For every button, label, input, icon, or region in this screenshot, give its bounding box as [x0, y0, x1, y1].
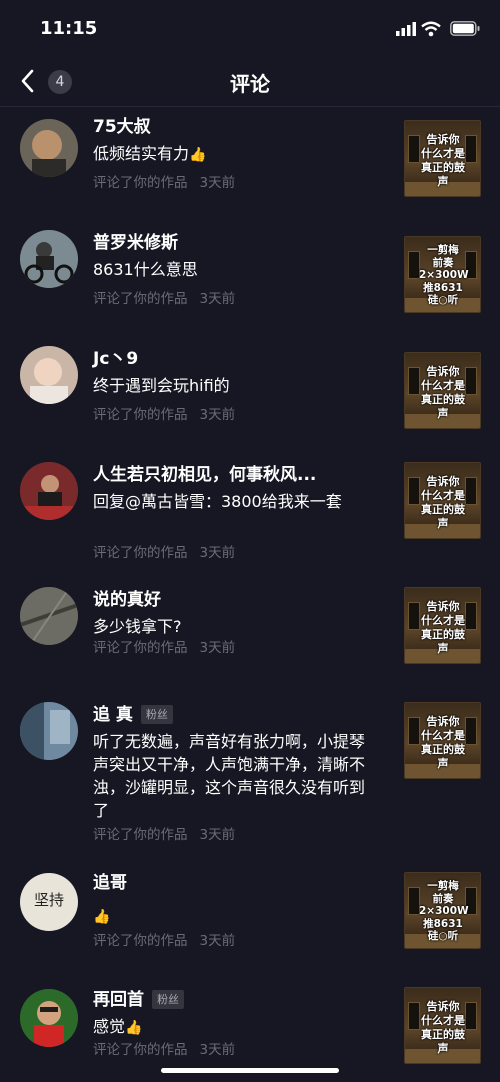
- meta-time: 3天前: [199, 407, 236, 423]
- username[interactable]: 75大叔: [93, 114, 151, 140]
- nav-bar: 4 评论: [0, 56, 500, 107]
- meta-action: 评论了你的作品: [93, 545, 188, 561]
- video-thumbnail[interactable]: 告诉你 什么才是 真正的鼓声: [404, 462, 481, 539]
- comment-text-body: 终于遇到会玩hifi的: [93, 376, 230, 395]
- thumbnail-caption: 告诉你 什么才是 真正的鼓声: [421, 475, 465, 530]
- username[interactable]: 说的真好: [93, 587, 161, 613]
- comment-meta: 评论了你的作品 3天前: [93, 174, 235, 192]
- comment-text: 👍: [93, 904, 379, 929]
- thumbnail-caption: 告诉你 什么才是 真正的鼓声: [421, 133, 465, 188]
- comment-item[interactable]: 坚持 追哥 👍 评论了你的作品 3天前 一剪梅 前奏 2×300W 推8631 硅…: [0, 870, 500, 970]
- meta-action: 评论了你的作品: [93, 175, 188, 191]
- comment-text-body: 感觉: [93, 1017, 126, 1036]
- comment-meta: 评论了你的作品 3天前: [93, 544, 235, 562]
- username[interactable]: Jc丶9: [93, 346, 138, 372]
- fan-tag: 粉丝: [140, 705, 173, 724]
- comment-meta: 评论了你的作品 3天前: [93, 932, 235, 950]
- comment-item[interactable]: 75大叔 低频结实有力👍 评论了你的作品 3天前 告诉你 什么才是 真正的鼓声: [0, 114, 500, 214]
- comment-text: 感觉👍: [93, 1015, 379, 1040]
- thumbs-up-emoji: 👍: [189, 147, 207, 163]
- avatar[interactable]: 坚持: [20, 873, 78, 931]
- thumbnail-caption: 告诉你 什么才是 真正的鼓声: [421, 715, 465, 770]
- comment-meta: 评论了你的作品 3天前: [93, 290, 235, 308]
- comment-text-body: 多少钱拿下?: [93, 617, 182, 636]
- thumbs-up-emoji: 👍: [93, 909, 111, 925]
- home-indicator[interactable]: [161, 1068, 339, 1073]
- comment-text: 终于遇到会玩hifi的: [93, 374, 379, 397]
- status-time: 11:15: [40, 18, 98, 39]
- username[interactable]: 普罗米修斯: [93, 230, 178, 256]
- meta-action: 评论了你的作品: [93, 1042, 188, 1058]
- thumbnail-caption: 告诉你 什么才是 真正的鼓声: [421, 365, 465, 420]
- video-thumbnail[interactable]: 一剪梅 前奏 2×300W 推8631 硅○听: [404, 236, 481, 313]
- comment-text-body: 回复@萬古皆雪：3800给我来一套: [93, 492, 342, 511]
- cellular-signal-icon: [396, 22, 416, 36]
- comment-item[interactable]: Jc丶9 终于遇到会玩hifi的 评论了你的作品 3天前 告诉你 什么才是 真正的…: [0, 346, 500, 446]
- comment-text-body: 低频结实有力: [93, 144, 190, 163]
- avatar[interactable]: [20, 230, 78, 288]
- comment-item[interactable]: 普罗米修斯 8631什么意思 评论了你的作品 3天前 一剪梅 前奏 2×300W …: [0, 230, 500, 330]
- wifi-icon: [421, 21, 441, 37]
- status-bar: 11:15: [0, 0, 500, 56]
- comment-item[interactable]: 说的真好 多少钱拿下? 评论了你的作品 3天前 告诉你 什么才是 真正的鼓声: [0, 587, 500, 687]
- comment-meta: 评论了你的作品 3天前: [93, 639, 235, 657]
- comment-text-body: 8631什么意思: [93, 260, 198, 279]
- meta-time: 3天前: [199, 640, 236, 656]
- video-thumbnail[interactable]: 告诉你 什么才是 真正的鼓声: [404, 587, 481, 664]
- meta-action: 评论了你的作品: [93, 827, 188, 843]
- thumbnail-caption: 告诉你 什么才是 真正的鼓声: [421, 600, 465, 655]
- page-title: 评论: [230, 72, 270, 96]
- comment-item[interactable]: 人生若只初相见，何事秋风... 回复@萬古皆雪：3800给我来一套 评论了你的作…: [0, 462, 500, 582]
- meta-action: 评论了你的作品: [93, 407, 188, 423]
- video-thumbnail[interactable]: 一剪梅 前奏 2×300W 推8631 硅○听: [404, 872, 481, 949]
- comment-text: 低频结实有力👍: [93, 142, 379, 167]
- username[interactable]: 追 真: [93, 702, 133, 728]
- comment-text: 8631什么意思: [93, 258, 379, 281]
- comment-item[interactable]: 追 真粉丝 听了无数遍，声音好有张力啊，小提琴声突出又干净，人声饱满干净，清晰不…: [0, 702, 500, 852]
- fan-tag: 粉丝: [152, 990, 184, 1009]
- username[interactable]: 追哥: [93, 870, 127, 896]
- comment-meta: 评论了你的作品 3天前: [93, 406, 235, 424]
- meta-action: 评论了你的作品: [93, 291, 188, 307]
- avatar[interactable]: [20, 989, 78, 1047]
- meta-time: 3天前: [199, 175, 236, 191]
- thumbnail-caption: 告诉你 什么才是 真正的鼓声: [421, 1000, 465, 1055]
- meta-action: 评论了你的作品: [93, 640, 188, 656]
- meta-time: 3天前: [199, 1042, 236, 1058]
- meta-action: 评论了你的作品: [93, 933, 188, 949]
- thumbs-up-emoji: 👍: [125, 1020, 143, 1036]
- comment-text: 多少钱拿下?: [93, 615, 379, 638]
- avatar[interactable]: [20, 702, 78, 760]
- video-thumbnail[interactable]: 告诉你 什么才是 真正的鼓声: [404, 702, 481, 779]
- avatar[interactable]: [20, 119, 78, 177]
- avatar[interactable]: [20, 462, 78, 520]
- meta-time: 3天前: [199, 545, 236, 561]
- thumbnail-caption: 一剪梅 前奏 2×300W 推8631 硅○听: [419, 880, 469, 942]
- meta-time: 3天前: [199, 827, 236, 843]
- username[interactable]: 人生若只初相见，何事秋风...: [93, 462, 316, 488]
- video-thumbnail[interactable]: 告诉你 什么才是 真正的鼓声: [404, 120, 481, 197]
- comment-text: 听了无数遍，声音好有张力啊，小提琴声突出又干净，人声饱满干净，清晰不浊，沙罐明显…: [93, 730, 379, 822]
- avatar-text: 坚持: [33, 891, 64, 909]
- meta-time: 3天前: [199, 933, 236, 949]
- comment-meta: 评论了你的作品 3天前: [93, 826, 235, 844]
- comment-meta: 评论了你的作品 3天前: [93, 1041, 235, 1059]
- video-thumbnail[interactable]: 告诉你 什么才是 真正的鼓声: [404, 987, 481, 1064]
- battery-icon: [450, 21, 480, 36]
- thumbnail-caption: 一剪梅 前奏 2×300W 推8631 硅○听: [419, 244, 469, 306]
- comment-text-body: 听了无数遍，声音好有张力啊，小提琴声突出又干净，人声饱满干净，清晰不浊，沙罐明显…: [93, 732, 366, 820]
- avatar[interactable]: [20, 587, 78, 645]
- comment-text: 回复@萬古皆雪：3800给我来一套: [93, 490, 379, 513]
- avatar[interactable]: [20, 346, 78, 404]
- meta-time: 3天前: [199, 291, 236, 307]
- username[interactable]: 再回首: [93, 987, 144, 1013]
- video-thumbnail[interactable]: 告诉你 什么才是 真正的鼓声: [404, 352, 481, 429]
